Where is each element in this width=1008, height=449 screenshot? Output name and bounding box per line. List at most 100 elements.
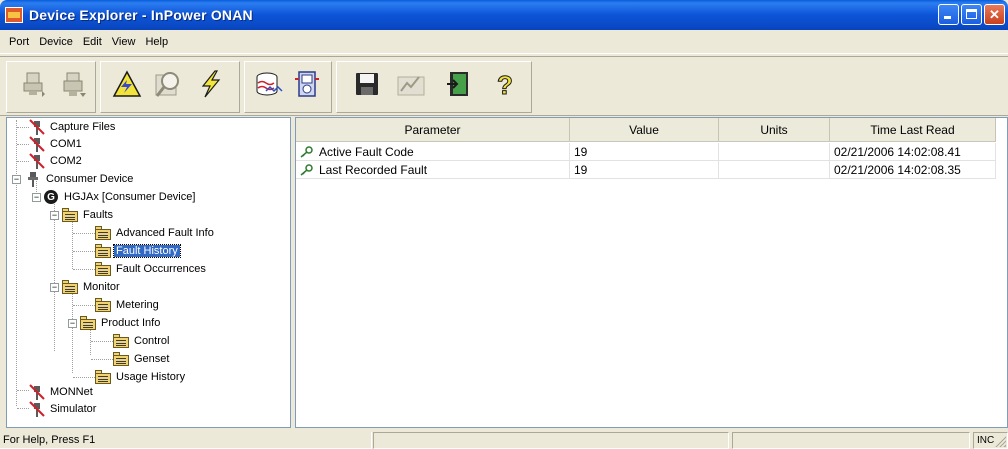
tree-line — [17, 127, 29, 128]
cell-units — [719, 161, 830, 179]
tree-item-label: Fault History — [113, 244, 181, 258]
menu-edit-label: Edit — [82, 35, 102, 48]
tree-item-metering[interactable]: Metering — [95, 297, 161, 313]
tree-item-label: Simulator — [50, 403, 97, 415]
close-button[interactable]: ✕ — [984, 4, 1005, 25]
column-header-units[interactable]: Units — [719, 118, 830, 142]
collapse-icon[interactable]: − — [32, 193, 41, 202]
disconnected-port-icon — [29, 119, 45, 135]
status-indicator: INC — [977, 435, 995, 446]
svg-text:?: ? — [497, 70, 513, 99]
folder-icon — [113, 334, 129, 348]
save-button[interactable] — [350, 67, 384, 101]
tree-item-fault-history[interactable]: Fault History — [95, 243, 181, 259]
column-header-parameter[interactable]: Parameter — [296, 118, 570, 142]
tree-line — [73, 251, 95, 252]
collapse-icon[interactable]: − — [12, 175, 21, 184]
menu-device[interactable]: Device — [34, 36, 78, 48]
menu-help-label: Help — [145, 35, 169, 48]
tree-item-hgjax[interactable]: G HGJAx [Consumer Device] — [44, 189, 197, 205]
tree-item-genset[interactable]: Genset — [113, 351, 171, 367]
tree-item-monitor[interactable]: Monitor — [62, 279, 122, 295]
menu-edit[interactable]: Edit — [78, 36, 107, 48]
menu-port-label: Port — [9, 35, 30, 48]
collapse-icon[interactable]: − — [50, 211, 59, 220]
tree-item-usage-history[interactable]: Usage History — [95, 369, 187, 385]
menu-device-label: Device — [39, 35, 73, 48]
capture-button[interactable] — [252, 67, 286, 101]
tree-item-label: HGJAx [Consumer Device] — [64, 191, 196, 203]
table-row[interactable]: Active Fault Code 19 02/21/2006 14:02:08… — [296, 143, 996, 161]
tree-item-com2[interactable]: COM2 — [29, 153, 84, 169]
help-button[interactable]: ? — [488, 67, 522, 101]
tree-item-fault-occurrences[interactable]: Fault Occurrences — [95, 261, 208, 277]
tree-line — [91, 359, 113, 360]
column-header-time-last-read[interactable]: Time Last Read — [830, 118, 996, 142]
connect-icon — [23, 72, 45, 97]
capture-icon — [256, 72, 283, 96]
window-title: Device Explorer - InPower ONAN — [29, 7, 253, 23]
collapse-icon[interactable]: − — [50, 283, 59, 292]
meter-icon — [295, 71, 319, 97]
connect-button[interactable] — [16, 67, 50, 101]
exit-button[interactable] — [442, 67, 476, 101]
tree-item-monnet[interactable]: MONNet — [29, 384, 95, 400]
parameter-time: 02/21/2006 14:02:08.35 — [834, 162, 961, 177]
app-icon — [5, 7, 23, 23]
maximize-button[interactable] — [961, 4, 982, 25]
cell-time: 02/21/2006 14:02:08.41 — [830, 143, 996, 161]
column-label: Value — [629, 123, 659, 137]
maximize-icon — [966, 9, 977, 19]
signal-button[interactable] — [394, 67, 428, 101]
resize-grip-icon[interactable] — [994, 435, 1006, 447]
disconnect-button[interactable] — [56, 67, 90, 101]
tree-item-com1[interactable]: COM1 — [29, 136, 84, 152]
parameter-list[interactable]: Parameter Value Units Time Last Read Act… — [295, 117, 1008, 428]
tree-item-capture-files[interactable]: Capture Files — [29, 119, 117, 135]
table-row[interactable]: Last Recorded Fault 19 02/21/2006 14:02:… — [296, 161, 996, 179]
cell-value: 19 — [570, 161, 719, 179]
status-help-pane: For Help, Press F1 — [0, 432, 372, 449]
folder-icon — [95, 370, 111, 384]
genset-device-icon: G — [44, 190, 58, 204]
tree-item-advanced-fault-info[interactable]: Advanced Fault Info — [95, 225, 216, 241]
tree-item-simulator[interactable]: Simulator — [29, 401, 98, 417]
tree-item-label: Product Info — [101, 317, 161, 329]
status-help-text: For Help, Press F1 — [3, 434, 96, 446]
tree-line — [17, 390, 29, 391]
tree-line — [72, 215, 73, 269]
folder-icon — [95, 226, 111, 240]
status-bar: For Help, Press F1 INC — [0, 430, 1008, 449]
menu-port[interactable]: Port — [4, 36, 34, 48]
tree-item-label: Advanced Fault Info — [116, 227, 214, 239]
column-label: Time Last Read — [870, 123, 955, 137]
tree-item-consumer-device[interactable]: Consumer Device — [25, 171, 135, 187]
tree-item-faults[interactable]: Faults — [62, 207, 115, 223]
menu-help[interactable]: Help — [140, 36, 173, 48]
minimize-icon — [944, 16, 951, 19]
tree-item-product-info[interactable]: Product Info — [80, 315, 162, 331]
menu-view[interactable]: View — [107, 36, 141, 48]
title-bar: Device Explorer - InPower ONAN ✕ — [0, 0, 1008, 30]
column-label: Parameter — [404, 123, 461, 137]
column-header-value[interactable]: Value — [570, 118, 719, 142]
minimize-button[interactable] — [938, 4, 959, 25]
device-tree[interactable]: Capture Files COM1 COM2 − Consumer Devic… — [6, 117, 291, 428]
collapse-icon[interactable]: − — [68, 319, 77, 328]
exit-door-icon — [447, 72, 468, 96]
disconnected-port-icon — [29, 136, 45, 152]
close-icon: ✕ — [989, 6, 1000, 22]
signal-icon — [397, 76, 425, 96]
tree-item-control[interactable]: Control — [113, 333, 171, 349]
search-button[interactable] — [152, 67, 186, 101]
folder-icon — [62, 280, 78, 294]
tree-item-label: Monitor — [83, 281, 120, 293]
parameter-time: 02/21/2006 14:02:08.41 — [834, 144, 961, 159]
tree-line — [73, 233, 95, 234]
tree-line — [73, 305, 95, 306]
lightning-button[interactable] — [194, 67, 228, 101]
meter-button[interactable] — [290, 67, 324, 101]
folder-icon — [95, 262, 111, 276]
warning-button[interactable] — [110, 67, 144, 101]
parameter-name: Active Fault Code — [319, 144, 414, 159]
